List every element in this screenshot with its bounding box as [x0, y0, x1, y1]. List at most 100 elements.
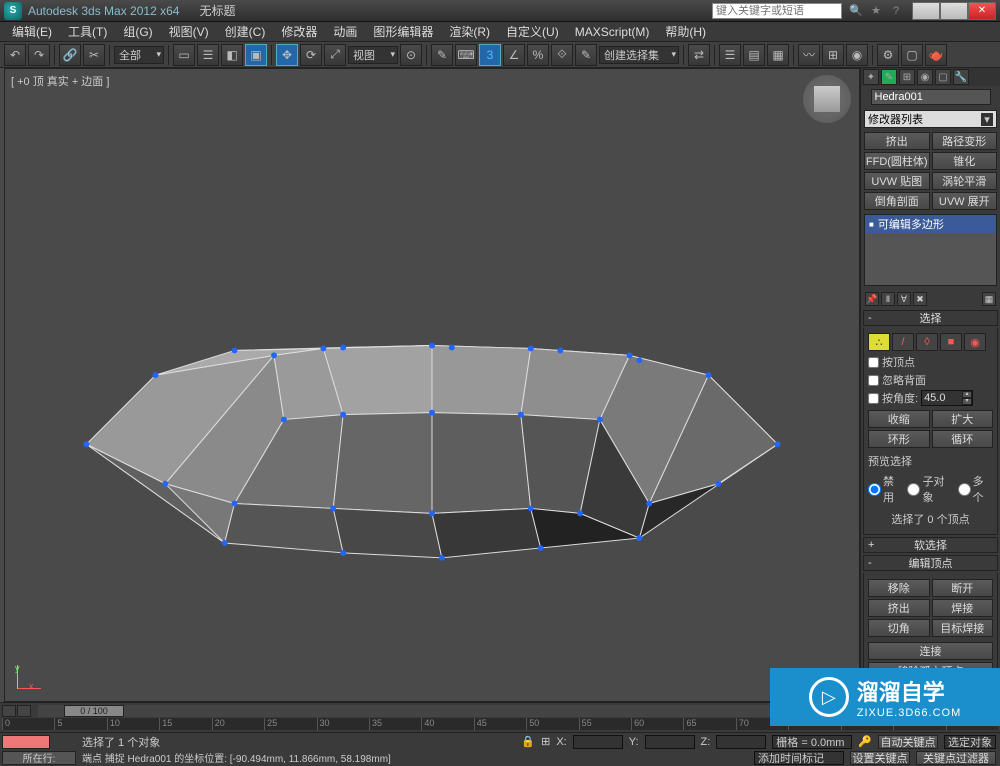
pivot-icon[interactable]: ⊙ — [400, 44, 422, 66]
x-field[interactable] — [573, 735, 623, 749]
preset-uvwmap[interactable]: UVW 贴图 — [864, 172, 930, 190]
percent-snap-icon[interactable]: % — [527, 44, 549, 66]
btn-chamfer[interactable]: 切角 — [868, 619, 930, 637]
menu-view[interactable]: 视图(V) — [161, 23, 217, 40]
modifier-stack[interactable]: 可编辑多边形 — [864, 214, 997, 286]
cb-by-angle[interactable] — [868, 393, 879, 404]
keyboard-shortcut-icon[interactable]: ⌨ — [455, 44, 477, 66]
tl-icon1[interactable] — [2, 705, 16, 717]
preset-ffd[interactable]: FFD(圆柱体) — [864, 152, 930, 170]
subobj-element[interactable]: ◉ — [964, 333, 986, 351]
close-button[interactable]: ✕ — [968, 2, 996, 20]
rollout-soft-selection[interactable]: 软选择 — [863, 537, 998, 553]
z-field[interactable] — [716, 735, 766, 749]
pin-stack-icon[interactable]: 📌 — [865, 292, 879, 306]
selection-filter[interactable]: 全部 — [114, 46, 164, 64]
preset-bevelprofile[interactable]: 倒角剖面 — [864, 192, 930, 210]
rotate-icon[interactable]: ⟳ — [300, 44, 322, 66]
mirror-icon[interactable]: ⇄ — [688, 44, 710, 66]
redo-icon[interactable]: ↷ — [28, 44, 50, 66]
preset-uvwunwrap[interactable]: UVW 展开 — [932, 192, 998, 210]
mesh-object[interactable] — [5, 69, 859, 701]
angle-spinner[interactable]: ▴▾ — [921, 390, 973, 406]
utilities-tab-icon[interactable]: 🔧 — [953, 69, 969, 85]
move-icon[interactable]: ✥ — [276, 44, 298, 66]
radio-subobj[interactable] — [907, 483, 920, 496]
create-tab-icon[interactable]: ✦ — [863, 69, 879, 85]
ref-coord-system[interactable]: 视图 — [348, 46, 398, 64]
menu-group[interactable]: 组(G) — [115, 23, 160, 40]
preset-turbosmooth[interactable]: 涡轮平滑 — [932, 172, 998, 190]
btn-weld[interactable]: 焊接 — [932, 599, 994, 617]
modifier-list[interactable]: 修改器列表 — [864, 110, 997, 128]
star-icon[interactable]: ★ — [868, 3, 884, 19]
viewport[interactable]: [ +0 顶 真实 + 边面 ] xy — [4, 68, 860, 702]
lock-icon[interactable]: 🔒 — [521, 735, 535, 748]
btn-remove[interactable]: 移除 — [868, 579, 930, 597]
modify-tab-icon[interactable]: ✎ — [881, 69, 897, 85]
align-icon[interactable]: ☰ — [719, 44, 741, 66]
script-line-label[interactable]: 所在行: — [2, 751, 76, 765]
graphite-icon[interactable]: ▦ — [767, 44, 789, 66]
menu-customize[interactable]: 自定义(U) — [498, 23, 567, 40]
select-name-icon[interactable]: ☰ — [197, 44, 219, 66]
script-listener[interactable] — [2, 735, 50, 749]
cb-ignore-backfacing[interactable] — [868, 375, 879, 386]
remove-modifier-icon[interactable]: ✖ — [913, 292, 927, 306]
layers-icon[interactable]: ▤ — [743, 44, 765, 66]
subobj-polygon[interactable]: ■ — [940, 333, 962, 351]
time-tag[interactable]: 添加时间标记 — [754, 751, 844, 765]
radio-disable[interactable] — [868, 483, 881, 496]
btn-break[interactable]: 断开 — [932, 579, 994, 597]
menu-create[interactable]: 创建(C) — [217, 23, 274, 40]
infocenter-icon[interactable]: 🔍 — [848, 3, 864, 19]
select-region-icon[interactable]: ◧ — [221, 44, 243, 66]
btn-grow[interactable]: 扩大 — [932, 410, 994, 428]
rollout-edit-vertices[interactable]: 编辑顶点 — [863, 555, 998, 571]
render-frame-icon[interactable]: ▢ — [901, 44, 923, 66]
render-icon[interactable]: 🫖 — [925, 44, 947, 66]
curve-editor-icon[interactable]: 〰 — [798, 44, 820, 66]
btn-loop[interactable]: 循环 — [932, 430, 994, 448]
window-crossing-icon[interactable]: ▣ — [245, 44, 267, 66]
subobj-edge[interactable]: / — [892, 333, 914, 351]
schematic-icon[interactable]: ⊞ — [822, 44, 844, 66]
render-setup-icon[interactable]: ⚙ — [877, 44, 899, 66]
edit-named-sel-icon[interactable]: ✎ — [575, 44, 597, 66]
rollout-selection[interactable]: 选择 — [863, 310, 998, 326]
menu-edit[interactable]: 编辑(E) — [4, 23, 60, 40]
auto-key-button[interactable]: 自动关键点 — [878, 735, 938, 749]
link-icon[interactable]: 🔗 — [59, 44, 81, 66]
y-field[interactable] — [645, 735, 695, 749]
select-icon[interactable]: ▭ — [173, 44, 195, 66]
set-key-button[interactable]: 设置关键点 — [850, 751, 910, 765]
menu-animation[interactable]: 动画 — [325, 23, 365, 40]
preset-pathdeform[interactable]: 路径变形 — [932, 132, 998, 150]
menu-help[interactable]: 帮助(H) — [657, 23, 714, 40]
help-icon[interactable]: ? — [888, 3, 904, 19]
cb-by-vertex[interactable] — [868, 357, 879, 368]
btn-connect[interactable]: 连接 — [868, 642, 993, 660]
snap-toggle-icon[interactable]: 3 — [479, 44, 501, 66]
manipulate-icon[interactable]: ✎ — [431, 44, 453, 66]
help-search[interactable] — [712, 3, 842, 19]
motion-tab-icon[interactable]: ◉ — [917, 69, 933, 85]
show-end-result-icon[interactable]: Ⅱ — [881, 292, 895, 306]
minimize-button[interactable]: — — [912, 2, 940, 20]
app-icon[interactable]: S — [4, 2, 22, 20]
help-search-input[interactable] — [712, 3, 842, 19]
configure-sets-icon[interactable]: ▦ — [982, 292, 996, 306]
maximize-button[interactable]: □ — [940, 2, 968, 20]
btn-target-weld[interactable]: 目标焊接 — [932, 619, 994, 637]
angle-snap-icon[interactable]: ∠ — [503, 44, 525, 66]
preset-extrude[interactable]: 挤出 — [864, 132, 930, 150]
subobj-border[interactable]: ◊ — [916, 333, 938, 351]
subobj-vertex[interactable]: ∴ — [868, 333, 890, 351]
menu-tools[interactable]: 工具(T) — [60, 23, 115, 40]
spinner-snap-icon[interactable]: ⟐ — [551, 44, 573, 66]
key-icon[interactable]: 🔑 — [858, 735, 872, 748]
menu-maxscript[interactable]: MAXScript(M) — [567, 25, 658, 39]
absolute-mode-icon[interactable]: ⊞ — [541, 735, 550, 748]
stack-item-editable-poly[interactable]: 可编辑多边形 — [865, 215, 996, 233]
undo-icon[interactable]: ↶ — [4, 44, 26, 66]
